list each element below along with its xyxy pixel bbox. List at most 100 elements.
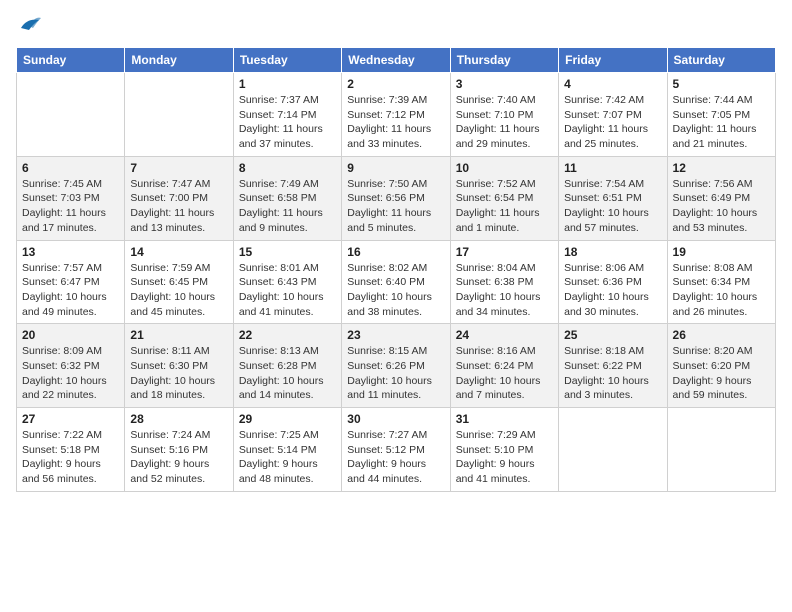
day-info: Sunrise: 7:24 AM Sunset: 5:16 PM Dayligh…: [130, 428, 227, 487]
day-info: Sunrise: 8:09 AM Sunset: 6:32 PM Dayligh…: [22, 344, 119, 403]
calendar-cell: 30 Sunrise: 7:27 AM Sunset: 5:12 PM Dayli…: [342, 408, 450, 492]
day-number: 19: [673, 245, 770, 259]
day-number: 27: [22, 412, 119, 426]
calendar-week-row: 6 Sunrise: 7:45 AM Sunset: 7:03 PM Daylig…: [17, 156, 776, 240]
day-number: 3: [456, 77, 553, 91]
calendar-table: SundayMondayTuesdayWednesdayThursdayFrid…: [16, 47, 776, 492]
day-number: 11: [564, 161, 661, 175]
calendar-cell: [559, 408, 667, 492]
day-number: 30: [347, 412, 444, 426]
day-number: 31: [456, 412, 553, 426]
day-info: Sunrise: 7:25 AM Sunset: 5:14 PM Dayligh…: [239, 428, 336, 487]
calendar-cell: 21 Sunrise: 8:11 AM Sunset: 6:30 PM Dayli…: [125, 324, 233, 408]
calendar-cell: 27 Sunrise: 7:22 AM Sunset: 5:18 PM Dayli…: [17, 408, 125, 492]
day-info: Sunrise: 8:15 AM Sunset: 6:26 PM Dayligh…: [347, 344, 444, 403]
day-number: 10: [456, 161, 553, 175]
day-info: Sunrise: 7:39 AM Sunset: 7:12 PM Dayligh…: [347, 93, 444, 152]
calendar-cell: 24Sunrise: 8:16 AM Sunset: 6:24 PM Dayli…: [450, 324, 558, 408]
day-number: 20: [22, 328, 119, 342]
day-header-wednesday: Wednesday: [342, 48, 450, 73]
day-number: 13: [22, 245, 119, 259]
day-info: Sunrise: 7:29 AM Sunset: 5:10 PM Dayligh…: [456, 428, 553, 487]
calendar-cell: [17, 73, 125, 157]
calendar-cell: 14Sunrise: 7:59 AM Sunset: 6:45 PM Dayli…: [125, 240, 233, 324]
calendar-cell: 2 Sunrise: 7:39 AM Sunset: 7:12 PM Daylig…: [342, 73, 450, 157]
calendar-week-row: 13 Sunrise: 7:57 AM Sunset: 6:47 PM Dayli…: [17, 240, 776, 324]
calendar-cell: 26Sunrise: 8:20 AM Sunset: 6:20 PM Dayli…: [667, 324, 775, 408]
day-info: Sunrise: 8:13 AM Sunset: 6:28 PM Dayligh…: [239, 344, 336, 403]
calendar-cell: 22 Sunrise: 8:13 AM Sunset: 6:28 PM Dayli…: [233, 324, 341, 408]
calendar-cell: 11 Sunrise: 7:54 AM Sunset: 6:51 PM Dayli…: [559, 156, 667, 240]
day-info: Sunrise: 7:45 AM Sunset: 7:03 PM Dayligh…: [22, 177, 119, 236]
day-info: Sunrise: 8:16 AM Sunset: 6:24 PM Dayligh…: [456, 344, 553, 403]
calendar-cell: 15Sunrise: 8:01 AM Sunset: 6:43 PM Dayli…: [233, 240, 341, 324]
calendar-cell: 9 Sunrise: 7:50 AM Sunset: 6:56 PM Daylig…: [342, 156, 450, 240]
day-info: Sunrise: 7:54 AM Sunset: 6:51 PM Dayligh…: [564, 177, 661, 236]
calendar-cell: 23 Sunrise: 8:15 AM Sunset: 6:26 PM Dayli…: [342, 324, 450, 408]
day-header-friday: Friday: [559, 48, 667, 73]
day-info: Sunrise: 7:37 AM Sunset: 7:14 PM Dayligh…: [239, 93, 336, 152]
calendar-week-row: 20 Sunrise: 8:09 AM Sunset: 6:32 PM Dayli…: [17, 324, 776, 408]
day-number: 8: [239, 161, 336, 175]
day-info: Sunrise: 7:27 AM Sunset: 5:12 PM Dayligh…: [347, 428, 444, 487]
day-header-monday: Monday: [125, 48, 233, 73]
calendar-header-row: SundayMondayTuesdayWednesdayThursdayFrid…: [17, 48, 776, 73]
day-info: Sunrise: 7:57 AM Sunset: 6:47 PM Dayligh…: [22, 261, 119, 320]
day-info: Sunrise: 7:56 AM Sunset: 6:49 PM Dayligh…: [673, 177, 770, 236]
day-info: Sunrise: 8:04 AM Sunset: 6:38 PM Dayligh…: [456, 261, 553, 320]
day-info: Sunrise: 7:42 AM Sunset: 7:07 PM Dayligh…: [564, 93, 661, 152]
logo: [16, 16, 41, 37]
day-info: Sunrise: 8:11 AM Sunset: 6:30 PM Dayligh…: [130, 344, 227, 403]
calendar-cell: 16Sunrise: 8:02 AM Sunset: 6:40 PM Dayli…: [342, 240, 450, 324]
calendar-cell: 4 Sunrise: 7:42 AM Sunset: 7:07 PM Daylig…: [559, 73, 667, 157]
calendar-cell: 8 Sunrise: 7:49 AM Sunset: 6:58 PM Daylig…: [233, 156, 341, 240]
logo-icon: [19, 16, 41, 37]
calendar-cell: 1 Sunrise: 7:37 AM Sunset: 7:14 PM Daylig…: [233, 73, 341, 157]
calendar-cell: 28 Sunrise: 7:24 AM Sunset: 5:16 PM Dayli…: [125, 408, 233, 492]
day-info: Sunrise: 8:18 AM Sunset: 6:22 PM Dayligh…: [564, 344, 661, 403]
calendar-cell: 7 Sunrise: 7:47 AM Sunset: 7:00 PM Daylig…: [125, 156, 233, 240]
day-info: Sunrise: 7:40 AM Sunset: 7:10 PM Dayligh…: [456, 93, 553, 152]
day-number: 9: [347, 161, 444, 175]
day-info: Sunrise: 7:50 AM Sunset: 6:56 PM Dayligh…: [347, 177, 444, 236]
day-number: 17: [456, 245, 553, 259]
day-info: Sunrise: 7:22 AM Sunset: 5:18 PM Dayligh…: [22, 428, 119, 487]
calendar-cell: 25 Sunrise: 8:18 AM Sunset: 6:22 PM Dayli…: [559, 324, 667, 408]
day-number: 21: [130, 328, 227, 342]
day-number: 22: [239, 328, 336, 342]
day-info: Sunrise: 8:02 AM Sunset: 6:40 PM Dayligh…: [347, 261, 444, 320]
calendar-cell: 13 Sunrise: 7:57 AM Sunset: 6:47 PM Dayli…: [17, 240, 125, 324]
day-number: 2: [347, 77, 444, 91]
day-info: Sunrise: 7:47 AM Sunset: 7:00 PM Dayligh…: [130, 177, 227, 236]
calendar-cell: 3 Sunrise: 7:40 AM Sunset: 7:10 PM Daylig…: [450, 73, 558, 157]
day-number: 4: [564, 77, 661, 91]
calendar-cell: 5Sunrise: 7:44 AM Sunset: 7:05 PM Daylig…: [667, 73, 775, 157]
day-header-saturday: Saturday: [667, 48, 775, 73]
calendar-week-row: 27 Sunrise: 7:22 AM Sunset: 5:18 PM Dayli…: [17, 408, 776, 492]
calendar-cell: 18 Sunrise: 8:06 AM Sunset: 6:36 PM Dayli…: [559, 240, 667, 324]
day-info: Sunrise: 8:01 AM Sunset: 6:43 PM Dayligh…: [239, 261, 336, 320]
day-number: 25: [564, 328, 661, 342]
day-number: 28: [130, 412, 227, 426]
day-info: Sunrise: 8:06 AM Sunset: 6:36 PM Dayligh…: [564, 261, 661, 320]
calendar-cell: 19 Sunrise: 8:08 AM Sunset: 6:34 PM Dayli…: [667, 240, 775, 324]
day-info: Sunrise: 8:08 AM Sunset: 6:34 PM Dayligh…: [673, 261, 770, 320]
day-number: 23: [347, 328, 444, 342]
day-number: 26: [673, 328, 770, 342]
day-number: 18: [564, 245, 661, 259]
page-header: [16, 16, 776, 37]
day-header-sunday: Sunday: [17, 48, 125, 73]
day-info: Sunrise: 7:49 AM Sunset: 6:58 PM Dayligh…: [239, 177, 336, 236]
day-info: Sunrise: 7:52 AM Sunset: 6:54 PM Dayligh…: [456, 177, 553, 236]
calendar-week-row: 1 Sunrise: 7:37 AM Sunset: 7:14 PM Daylig…: [17, 73, 776, 157]
calendar-cell: [667, 408, 775, 492]
day-number: 1: [239, 77, 336, 91]
calendar-cell: 10 Sunrise: 7:52 AM Sunset: 6:54 PM Dayli…: [450, 156, 558, 240]
day-number: 7: [130, 161, 227, 175]
calendar-cell: 31 Sunrise: 7:29 AM Sunset: 5:10 PM Dayli…: [450, 408, 558, 492]
calendar-cell: [125, 73, 233, 157]
day-number: 12: [673, 161, 770, 175]
day-number: 6: [22, 161, 119, 175]
day-number: 5: [673, 77, 770, 91]
calendar-cell: 29Sunrise: 7:25 AM Sunset: 5:14 PM Dayli…: [233, 408, 341, 492]
